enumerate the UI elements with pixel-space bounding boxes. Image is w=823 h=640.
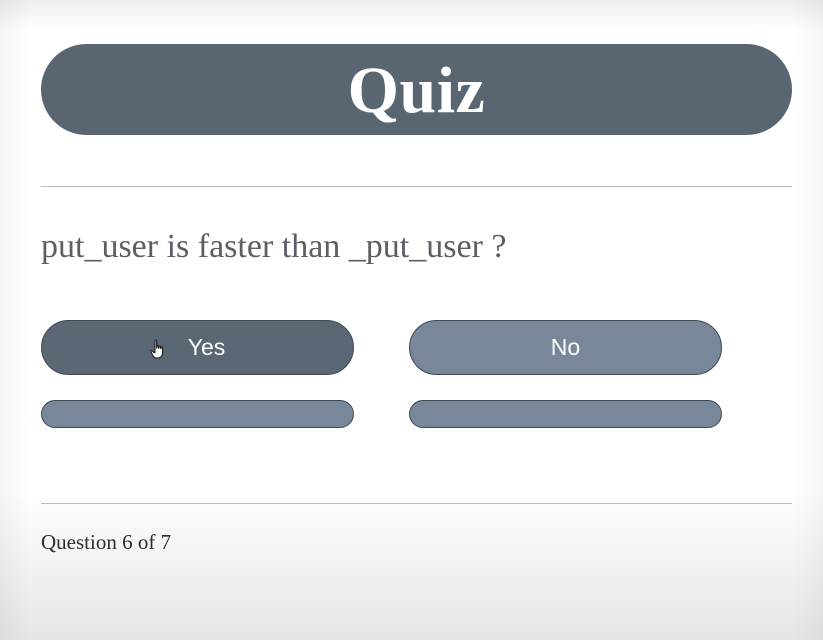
- page-title: Quiz: [347, 53, 486, 127]
- top-divider: [41, 186, 792, 187]
- yes-button-label: Yes: [187, 334, 226, 360]
- bottom-divider: [41, 503, 792, 504]
- no-button[interactable]: No: [409, 320, 722, 375]
- question-progress: Question 6 of 7: [41, 530, 172, 554]
- no-result-bar: [409, 400, 722, 428]
- title-bar: Quiz: [41, 44, 792, 135]
- yes-result-bar: [41, 400, 354, 428]
- yes-button[interactable]: Yes: [41, 320, 354, 375]
- question-text: put_user is faster than _put_user ?: [41, 228, 507, 265]
- hand-pointer-icon: [150, 339, 164, 359]
- no-button-label: No: [550, 334, 581, 360]
